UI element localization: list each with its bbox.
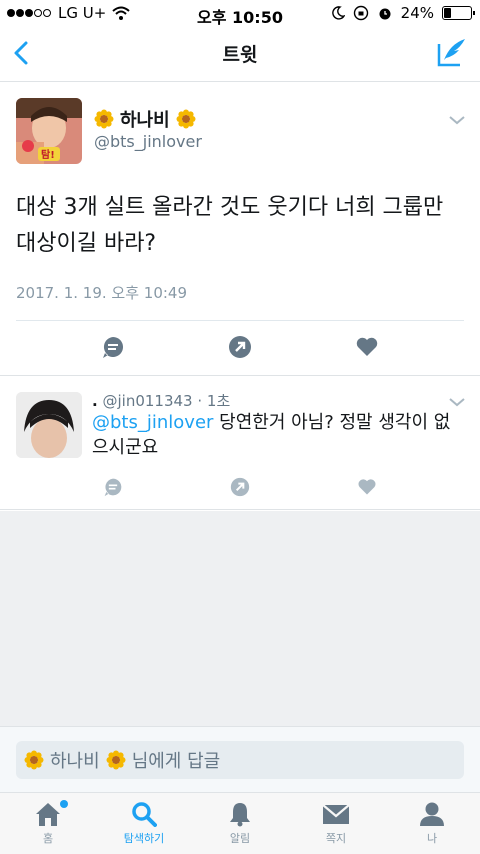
sunflower-icon [176,109,196,129]
like-button[interactable] [354,474,380,500]
avatar-photo-icon [16,392,82,458]
tweet-actions [0,334,480,360]
search-icon [132,802,157,827]
reply-input[interactable]: 하나비 님에게 답글 [16,741,464,779]
reply-author-handle[interactable]: @jin011343 [102,392,192,410]
sunflower-icon [106,750,126,770]
alarm-icon [379,8,391,20]
tab-label: 홈 [42,832,54,845]
tab-notifications[interactable]: 알림 [192,793,288,854]
reply-target-name: 하나비 [50,751,100,772]
tab-label: 나 [426,832,438,845]
person-icon [420,802,444,826]
like-button[interactable] [354,334,380,360]
home-icon [36,803,60,826]
tab-label: 알림 [229,832,251,845]
heart-icon [356,337,377,356]
mail-icon [322,804,350,824]
tab-label: 탐색하기 [123,832,165,845]
page-title: 트윗 [222,44,258,66]
author-name[interactable]: 하나비 [94,106,196,132]
tab-search[interactable]: 탐색하기 [96,793,192,854]
status-right: 24% [331,4,475,22]
tab-label: 쪽지 [325,832,347,845]
chevron-down-icon[interactable] [448,114,466,126]
sunflower-icon [94,109,114,129]
compose-tweet-icon[interactable] [436,36,468,68]
reply-button[interactable] [100,474,126,500]
share-button[interactable] [227,474,253,500]
battery-fill [444,8,451,18]
battery-tip [473,11,475,15]
tab-home[interactable]: 홈 [0,793,96,854]
tab-messages[interactable]: 쪽지 [288,793,384,854]
reply-age: · 1초 [197,392,231,410]
share-icon [228,336,251,358]
author-avatar[interactable]: 탐! [16,98,82,164]
tab-me[interactable]: 나 [384,793,480,854]
bell-icon [230,803,250,827]
reply-button[interactable] [100,334,126,360]
sunflower-icon [24,750,44,770]
reply-tweet[interactable]: . @jin011343 · 1초 @bts_jinlover 당연한거 아님?… [0,376,480,510]
reply-placeholder-suffix: 님에게 답글 [131,751,221,772]
share-button[interactable] [227,334,253,360]
empty-area [0,511,480,726]
avatar-badge-text: 탐! [41,149,55,161]
battery-percent: 24% [400,4,434,22]
reply-avatar[interactable] [16,392,82,458]
battery-icon [442,6,475,20]
author-name-text: 하나비 [120,110,170,131]
reply-icon [103,337,124,358]
reply-author-name[interactable]: . [92,392,98,410]
status-bar: LG U+ 오후 10:50 24% [0,0,480,27]
tweet-timestamp: 2017. 1. 19. 오후 10:49 [16,284,188,302]
chevron-down-icon[interactable] [448,396,466,408]
nav-bar: 트윗 [0,26,480,82]
reply-header: . @jin011343 · 1초 [92,390,230,411]
reply-text: @bts_jinlover 당연한거 아님? 정말 생각이 없으시군요 [92,410,462,460]
author-handle[interactable]: @bts_jinlover [94,132,202,151]
rotation-lock-icon [353,5,368,21]
avatar-photo-icon: 탐! [16,98,82,164]
mention-link[interactable]: @bts_jinlover [92,412,213,433]
moon-icon [331,6,345,20]
share-icon [230,477,250,497]
reply-actions [0,474,480,500]
divider [16,320,464,321]
tweet-text: 대상 3개 실트 올라간 것도 웃기다 너희 그룹만 대상이길 바라? [16,195,444,256]
tab-bar: 홈 탐색하기 알림 쪽지 나 [0,792,480,854]
reply-composer-bar: 하나비 님에게 답글 [0,726,480,792]
heart-icon [358,479,376,495]
reply-icon [104,478,122,497]
main-tweet[interactable]: 탐! 하나비 @bts_jinlover 대상 3개 실트 올라간 것도 웃기다… [0,82,480,376]
notification-dot [60,800,68,808]
